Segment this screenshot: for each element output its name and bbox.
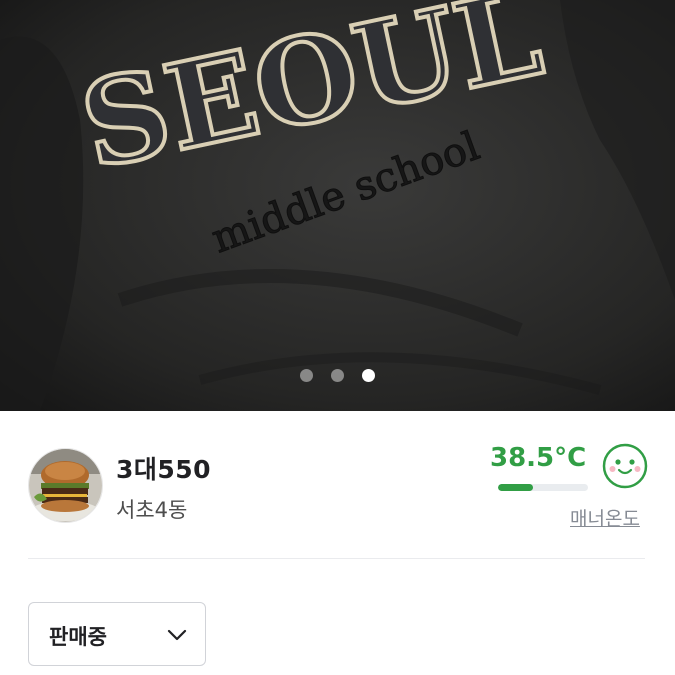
chevron-down-icon: [167, 629, 187, 641]
seller-region: 서초4동: [116, 498, 188, 522]
sale-status-dropdown[interactable]: 판매중: [28, 602, 206, 666]
carousel-dot-1[interactable]: [300, 369, 313, 382]
avatar[interactable]: [28, 448, 103, 523]
carousel-dots: [0, 369, 675, 382]
product-photo: SEOUL middle school: [0, 0, 675, 411]
seller-nickname[interactable]: 3대550: [116, 450, 211, 486]
manner-temperature-link[interactable]: 매너온도: [570, 504, 640, 531]
divider: [28, 558, 645, 559]
carousel-dot-2[interactable]: [331, 369, 344, 382]
smiley-face-icon: [601, 442, 649, 490]
manner-temperature-fill: [498, 484, 533, 491]
sale-status-label: 판매중: [49, 625, 107, 649]
product-photo-carousel[interactable]: SEOUL middle school: [0, 0, 675, 411]
manner-temperature-value: 38.5°C: [490, 443, 587, 473]
manner-temperature-bar: [498, 484, 588, 491]
carousel-dot-3[interactable]: [362, 369, 375, 382]
